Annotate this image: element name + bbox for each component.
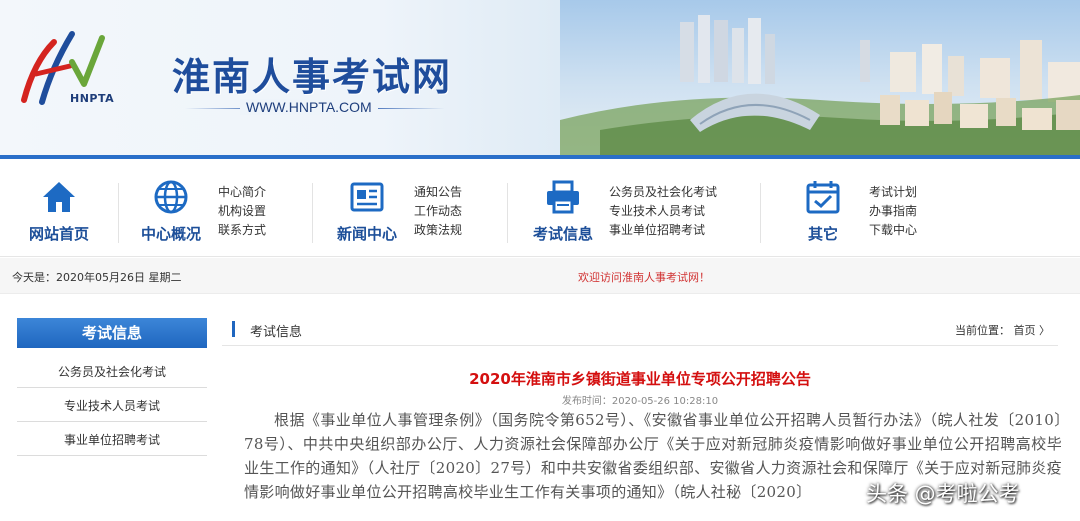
nav-link-professional-tech[interactable]: 专业技术人员考试 xyxy=(609,202,717,221)
nav-divider xyxy=(312,183,313,243)
news-icon xyxy=(350,182,384,212)
nav-link-organization[interactable]: 机构设置 xyxy=(218,202,266,221)
content-header: 考试信息 当前位置： 首页 〉 xyxy=(222,312,1058,346)
city-skyline-image xyxy=(560,15,1080,155)
nav-divider xyxy=(760,183,761,243)
section-marker xyxy=(232,321,235,337)
nav-link-civil-service[interactable]: 公务员及社会化考试 xyxy=(609,183,717,202)
article-title: 2020年淮南市乡镇街道事业单位专项公开招聘公告 xyxy=(469,370,811,388)
nav-item-home[interactable]: 网站首页 xyxy=(14,177,104,244)
current-date: 今天是：2020年05月26日 星期二 xyxy=(12,271,182,284)
nav-other-label: 其它 xyxy=(807,225,838,243)
breadcrumb: 当前位置： 首页 〉 xyxy=(955,322,1050,338)
nav-link-downloads[interactable]: 下载中心 xyxy=(869,221,917,240)
nav-link-contact[interactable]: 联系方式 xyxy=(218,221,266,240)
printer-icon xyxy=(547,180,579,214)
nav-link-public-institution[interactable]: 事业单位招聘考试 xyxy=(609,221,717,240)
section-title: 考试信息 xyxy=(250,325,303,340)
breadcrumb-separator: 〉 xyxy=(1039,324,1050,337)
nav-item-center-overview[interactable]: 中心概况 xyxy=(126,177,216,244)
nav-item-news[interactable]: 新闻中心 xyxy=(322,177,412,244)
nav-exam-info-label: 考试信息 xyxy=(532,225,593,243)
watermark: 头条 @考啦公考 xyxy=(866,482,1020,506)
nav-link-work-updates[interactable]: 工作动态 xyxy=(414,202,462,221)
sidebar-item-civil-service[interactable]: 公务员及社会化考试 xyxy=(17,356,207,388)
nav-news-links: 通知公告 工作动态 政策法规 xyxy=(414,183,462,240)
nav-link-policies[interactable]: 政策法规 xyxy=(414,221,462,240)
globe-icon xyxy=(154,180,188,214)
nav-link-center-intro[interactable]: 中心简介 xyxy=(218,183,266,202)
nav-link-service-guide[interactable]: 办事指南 xyxy=(869,202,917,221)
nav-other-links: 考试计划 办事指南 下载中心 xyxy=(869,183,917,240)
home-icon xyxy=(43,182,75,212)
nav-news-label: 新闻中心 xyxy=(336,225,397,243)
sidebar-title: 考试信息 xyxy=(17,318,207,348)
nav-divider xyxy=(507,183,508,243)
nav-exam-info-links: 公务员及社会化考试 专业技术人员考试 事业单位招聘考试 xyxy=(609,183,717,240)
calendar-check-icon xyxy=(806,181,840,214)
article-publish-time: 发布时间：2020-05-26 10:28:10 xyxy=(561,396,719,407)
site-banner: HNPTA 淮南人事考试网 WWW.HNPTA.COM xyxy=(0,0,1080,155)
nav-divider xyxy=(118,183,119,243)
nav-link-notices[interactable]: 通知公告 xyxy=(414,183,462,202)
breadcrumb-home-link[interactable]: 首页 xyxy=(1014,324,1036,337)
sidebar-item-professional-tech[interactable]: 专业技术人员考试 xyxy=(17,390,207,422)
info-strip: 今天是：2020年05月26日 星期二 欢迎访问淮南人事考试网！ xyxy=(0,258,1080,294)
nav-center-overview-links: 中心简介 机构设置 联系方式 xyxy=(218,183,266,240)
logo-text: HNPTA xyxy=(70,92,115,105)
main-nav: 网站首页 中心概况 中心简介 机构设置 联系方式 新闻中心 通知公告 工作动态 xyxy=(0,159,1080,257)
nav-home-label: 网站首页 xyxy=(28,225,89,243)
sidebar-item-public-institution[interactable]: 事业单位招聘考试 xyxy=(17,424,207,456)
breadcrumb-prefix: 当前位置： xyxy=(955,324,1010,337)
nav-item-other[interactable]: 其它 xyxy=(778,177,868,244)
nav-item-exam-info[interactable]: 考试信息 xyxy=(518,177,608,244)
welcome-message: 欢迎访问淮南人事考试网！ xyxy=(578,271,710,284)
nav-center-overview-label: 中心概况 xyxy=(140,225,201,243)
nav-link-exam-plan[interactable]: 考试计划 xyxy=(869,183,917,202)
site-url: WWW.HNPTA.COM xyxy=(240,99,378,115)
site-title: 淮南人事考试网 xyxy=(172,55,453,99)
